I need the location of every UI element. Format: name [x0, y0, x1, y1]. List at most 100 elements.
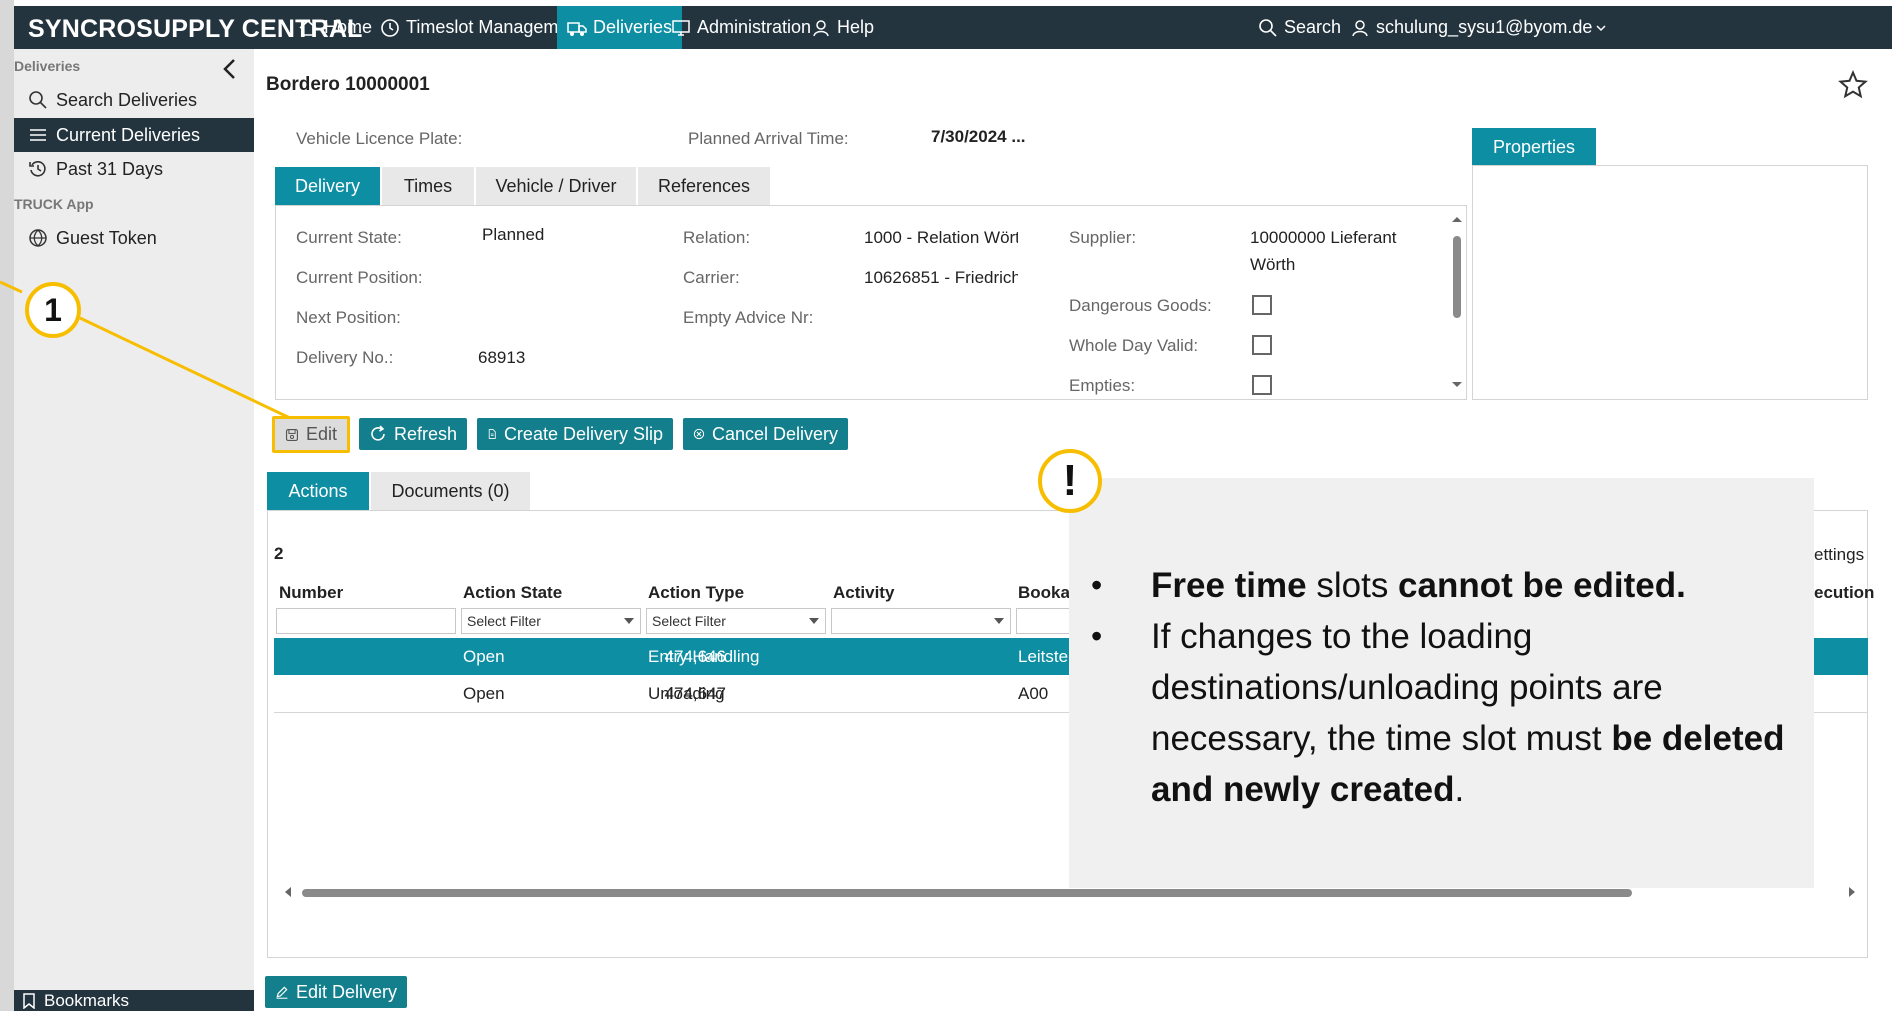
- filter-placeholder: Select Filter: [652, 613, 726, 629]
- nav-deliveries-label: Deliveries: [593, 17, 673, 37]
- bookmarks-label: Bookmarks: [44, 990, 130, 1010]
- empties-checkbox[interactable]: [1252, 375, 1272, 395]
- nav-help-label: Help: [837, 17, 875, 37]
- actions-count: 2: [274, 544, 284, 563]
- column-header-action-type[interactable]: Action Type: [648, 583, 744, 603]
- tab-times[interactable]: Times: [382, 167, 474, 205]
- action-state-filter[interactable]: Select Filter: [461, 608, 641, 634]
- search-icon: [1259, 18, 1277, 37]
- details-scrollbar[interactable]: [1450, 212, 1464, 394]
- create-delivery-slip-button[interactable]: Create Delivery Slip: [477, 418, 673, 450]
- edit-pencil-icon: [276, 986, 288, 999]
- empties-label: Empties:: [1069, 376, 1136, 395]
- row-state: Open: [463, 647, 505, 666]
- clock-icon: [381, 18, 399, 37]
- supplier-value-line1: 10000000 Lieferant: [1250, 228, 1397, 247]
- tab-properties[interactable]: Properties: [1472, 128, 1596, 166]
- next-position-label: Next Position:: [296, 308, 401, 327]
- page-title: Bordero 10000001: [266, 74, 430, 95]
- callout-bullet: Free time slots cannot be edited.: [1091, 560, 1791, 611]
- booking-filter[interactable]: [1016, 608, 1076, 634]
- supplier-value-line2: Wörth: [1250, 255, 1296, 274]
- edit-delivery-button[interactable]: Edit Delivery: [265, 976, 407, 1008]
- tab-references[interactable]: References: [638, 167, 770, 205]
- nav-help[interactable]: Help: [811, 6, 874, 49]
- number-filter-input[interactable]: [276, 608, 456, 634]
- nav-deliveries[interactable]: Deliveries: [557, 6, 683, 49]
- nav-administration[interactable]: Administration: [671, 6, 811, 49]
- vehicle-plate-label: Vehicle Licence Plate:: [296, 129, 463, 148]
- carrier-value: 10626851 - Friedrich: [864, 268, 1018, 287]
- carrier-label: Carrier:: [683, 268, 740, 287]
- nav-administration-label: Administration: [697, 17, 812, 37]
- row-booking: Leitste: [1018, 647, 1069, 666]
- column-header-action-state[interactable]: Action State: [463, 583, 562, 603]
- action-type-filter[interactable]: Select Filter: [646, 608, 826, 634]
- chevron-down-icon: [624, 618, 634, 624]
- chevron-down-icon: [1596, 24, 1606, 31]
- delivery-no-label: Delivery No.:: [296, 348, 394, 367]
- horizontal-scroll-thumb[interactable]: [302, 889, 1632, 897]
- edit-button[interactable]: Edit: [272, 416, 350, 453]
- column-header-number[interactable]: Number: [279, 583, 343, 603]
- cancel-circle-icon: [693, 428, 705, 440]
- cancel-delivery-button[interactable]: Cancel Delivery: [683, 418, 848, 450]
- tab-actions[interactable]: Actions: [267, 472, 369, 510]
- column-header-activity[interactable]: Activity: [833, 583, 894, 603]
- column-header-booking[interactable]: Bookal: [1018, 583, 1075, 603]
- truck-icon: [567, 21, 587, 36]
- tab-delivery[interactable]: Delivery: [275, 167, 380, 205]
- bookmarks-bar[interactable]: Bookmarks: [14, 990, 254, 1011]
- scroll-down-icon[interactable]: [1450, 380, 1464, 390]
- scroll-right-icon[interactable]: [1846, 885, 1858, 899]
- callout-emph: cannot be edited.: [1398, 566, 1686, 605]
- step-badge: 1: [25, 282, 81, 338]
- planned-arrival-label: Planned Arrival Time:: [688, 129, 849, 148]
- supplier-label: Supplier:: [1069, 228, 1137, 247]
- refresh-icon: [371, 425, 385, 441]
- user-menu[interactable]: schulung_sysu1@byom.de: [1350, 6, 1607, 49]
- scroll-thumb[interactable]: [1453, 236, 1461, 318]
- settings-link[interactable]: ettings: [1814, 545, 1864, 565]
- scroll-up-icon[interactable]: [1450, 214, 1464, 224]
- refresh-button[interactable]: Refresh: [359, 418, 467, 450]
- row-type: Entry Handling: [648, 647, 760, 666]
- relation-label: Relation:: [683, 228, 751, 247]
- bookmark-icon: [23, 992, 35, 1009]
- callout-list: Free time slots cannot be edited. If cha…: [1091, 560, 1791, 815]
- chevron-down-icon: [994, 618, 1004, 624]
- user-icon: [1352, 19, 1368, 36]
- current-state-value: Planned: [482, 225, 545, 244]
- column-header-execution[interactable]: ecution: [1814, 583, 1874, 603]
- favorite-star-icon[interactable]: [1838, 70, 1868, 100]
- row-type: Unloading: [648, 684, 725, 703]
- callout-text: If changes to the loading destinations/u…: [1151, 617, 1663, 758]
- nav-search-label: Search: [1284, 17, 1342, 37]
- tab-documents[interactable]: Documents (0): [371, 472, 530, 510]
- row-state: Open: [463, 684, 505, 703]
- tab-vehicle-driver[interactable]: Vehicle / Driver: [476, 167, 636, 205]
- empty-advice-label: Empty Advice Nr:: [683, 308, 814, 327]
- monitor-icon: [672, 19, 690, 36]
- dangerous-goods-checkbox[interactable]: [1252, 295, 1272, 315]
- callout-text: .: [1454, 770, 1465, 809]
- activity-filter[interactable]: [831, 608, 1011, 634]
- cancel-delivery-label: Cancel Delivery: [711, 423, 838, 444]
- dangerous-goods-label: Dangerous Goods:: [1069, 296, 1212, 315]
- help-user-icon: [813, 19, 829, 36]
- callout-emph: Free time: [1151, 566, 1307, 605]
- save-icon: [285, 428, 298, 441]
- whole-day-valid-checkbox[interactable]: [1252, 335, 1272, 355]
- current-position-label: Current Position:: [296, 268, 423, 287]
- scroll-left-icon[interactable]: [282, 885, 294, 899]
- planned-arrival-value: 7/30/2024 ...: [931, 127, 1026, 146]
- nav-search[interactable]: Search: [1258, 6, 1341, 49]
- create-delivery-slip-label: Create Delivery Slip: [503, 423, 663, 444]
- chevron-down-icon: [809, 618, 819, 624]
- whole-day-valid-label: Whole Day Valid:: [1069, 336, 1199, 355]
- edit-button-label: Edit: [305, 424, 337, 444]
- user-email: schulung_sysu1@byom.de: [1376, 17, 1593, 37]
- edit-delivery-label: Edit Delivery: [295, 981, 397, 1002]
- callout-bullet: If changes to the loading destinations/u…: [1091, 611, 1791, 815]
- nav-timeslot-management[interactable]: Timeslot Management: [380, 6, 583, 49]
